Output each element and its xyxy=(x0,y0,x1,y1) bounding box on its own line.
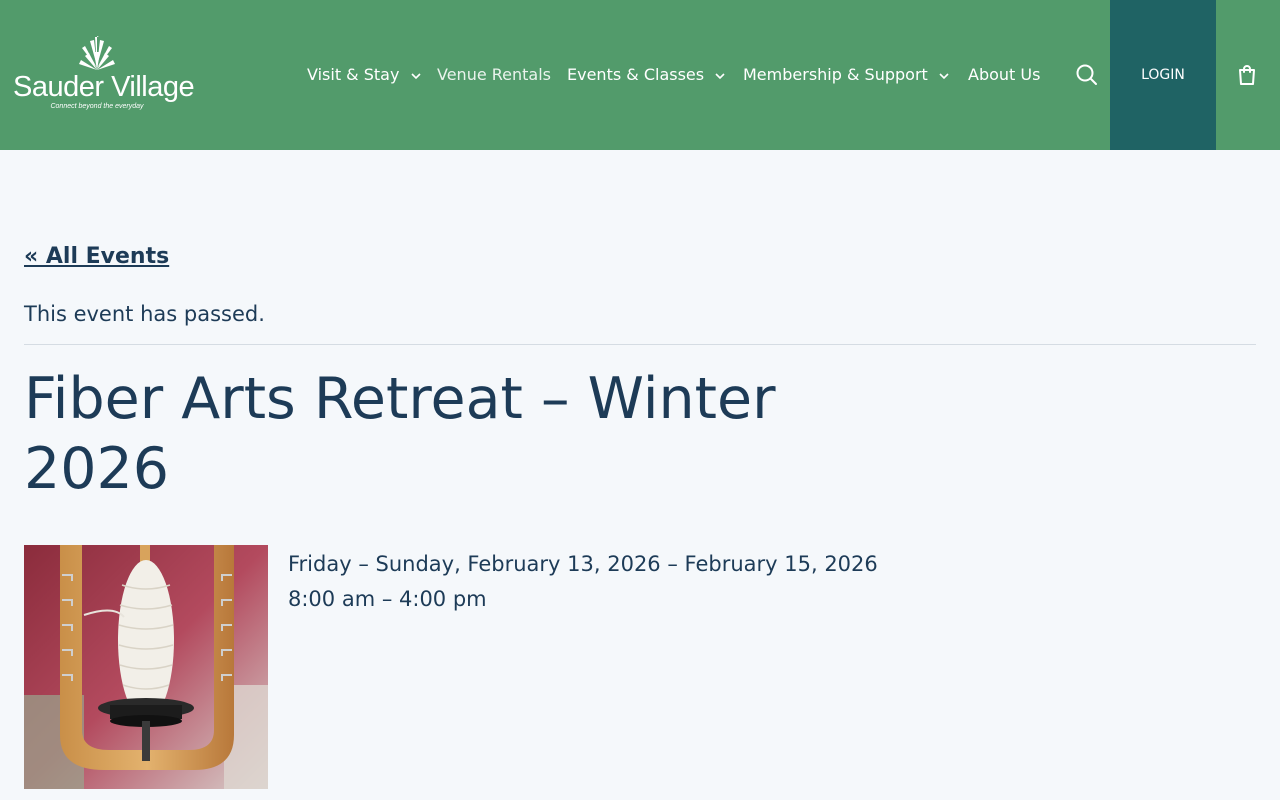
login-button[interactable]: LOGIN xyxy=(1110,0,1216,150)
event-passed-notice: This event has passed. xyxy=(24,302,265,326)
nav-label: Membership & Support xyxy=(743,65,928,84)
nav-item-venue-rentals[interactable]: Venue Rentals xyxy=(437,63,551,87)
brand-name: Sauder Village xyxy=(13,71,195,103)
nav-label: Visit & Stay xyxy=(307,65,400,84)
site-header: Sauder Village Connect beyond the everyd… xyxy=(0,0,1280,150)
nav-item-membership-support[interactable]: Membership & Support xyxy=(743,63,949,87)
nav-item-events-classes[interactable]: Events & Classes xyxy=(567,63,725,87)
nav-item-visit-stay[interactable]: Visit & Stay xyxy=(307,63,421,87)
cart-button[interactable] xyxy=(1235,63,1259,87)
divider xyxy=(24,344,1256,345)
nav-label: Venue Rentals xyxy=(437,65,551,84)
chevron-down-icon xyxy=(715,63,725,87)
sunburst-logo-icon xyxy=(79,36,115,70)
search-icon xyxy=(1076,64,1097,85)
shopping-bag-icon xyxy=(1239,65,1255,85)
chevron-down-icon xyxy=(410,63,421,87)
event-title: Fiber Arts Retreat – Winter 2026 xyxy=(24,366,776,502)
search-button[interactable] xyxy=(1074,62,1100,88)
nav-label: Events & Classes xyxy=(567,65,705,84)
all-events-link[interactable]: « All Events xyxy=(24,241,169,273)
event-dates: Friday – Sunday, February 13, 2026 – Feb… xyxy=(288,552,878,576)
nav-label: About Us xyxy=(968,65,1041,84)
nav-item-about-us[interactable]: About Us xyxy=(968,63,1040,87)
event-time: 8:00 am – 4:00 pm xyxy=(288,587,487,611)
chevron-down-icon xyxy=(939,63,949,87)
brand-logo[interactable]: Sauder Village Connect beyond the everyd… xyxy=(13,36,195,114)
event-image[interactable] xyxy=(24,545,268,789)
brand-tagline: Connect beyond the everyday xyxy=(50,103,144,110)
